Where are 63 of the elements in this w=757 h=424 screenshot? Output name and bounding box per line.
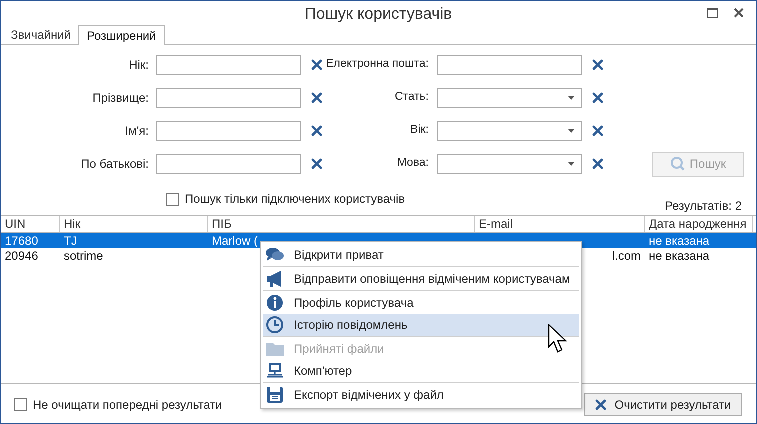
- field-label: Стать:: [394, 90, 429, 106]
- maximize-icon[interactable]: [707, 8, 718, 18]
- input-field[interactable]: [437, 55, 582, 75]
- field-label: По батькові:: [80, 156, 150, 173]
- menu-item[interactable]: Комп'ютер: [263, 360, 579, 382]
- table-cell-text: Marlow (: [212, 232, 258, 250]
- column-header[interactable]: Дата народження: [645, 216, 753, 232]
- clear-icon[interactable]: [592, 125, 604, 137]
- field-label: Ім'я:: [124, 123, 150, 140]
- dropdown-field[interactable]: [437, 88, 582, 108]
- menu-item[interactable]: Відправити оповіщення відміченим користувачам: [263, 268, 579, 290]
- column-header[interactable]: Нік: [60, 216, 208, 232]
- field-label: Вік:: [410, 123, 429, 138]
- folder-icon: [265, 340, 285, 358]
- clear-icon[interactable]: [592, 158, 604, 170]
- clear-icon[interactable]: [594, 398, 607, 410]
- dropdown-field[interactable]: [437, 154, 582, 174]
- caret-icon: [568, 96, 575, 100]
- menu-item[interactable]: Історію повідомлень: [263, 314, 579, 336]
- clear-icon[interactable]: [592, 92, 604, 104]
- field-label: Прізвище:: [92, 90, 150, 107]
- input-field[interactable]: [156, 121, 301, 141]
- input-field[interactable]: [156, 154, 301, 174]
- field-label: Мова:: [397, 156, 429, 172]
- window-title: Пошук користувачів: [304, 5, 452, 25]
- search-icon: [670, 156, 686, 172]
- clock-icon: [265, 316, 285, 334]
- menu-item[interactable]: Відкрити приват: [263, 244, 579, 266]
- computer-icon: [265, 362, 285, 380]
- clear-icon[interactable]: [592, 59, 604, 71]
- table-cell-text: 20946: [5, 248, 38, 264]
- caret-icon: [568, 129, 575, 133]
- table-cell-text: не вказана: [649, 248, 710, 264]
- caret-icon: [568, 162, 575, 166]
- column-header[interactable]: UIN: [1, 216, 60, 232]
- info-icon: [265, 294, 285, 312]
- table-cell-text: 17680: [5, 232, 38, 250]
- field-label: Нік:: [128, 57, 150, 74]
- column-header[interactable]: ПІБ: [208, 216, 475, 232]
- results-count: Результатів: 2: [665, 198, 742, 215]
- close-icon[interactable]: [734, 8, 744, 18]
- clear-results-button[interactable]: Очистити результати: [584, 393, 742, 416]
- input-field[interactable]: [156, 88, 301, 108]
- tab[interactable]: Розширений: [78, 25, 166, 45]
- speech-bubbles-icon: [265, 246, 285, 264]
- dropdown-field[interactable]: [437, 121, 582, 141]
- clear-icon[interactable]: [311, 158, 323, 170]
- mouse-pointer-icon: [548, 324, 568, 354]
- tab[interactable]: Звичайний: [4, 26, 78, 44]
- clear-icon[interactable]: [311, 59, 323, 71]
- field-label: Електронна пошта:: [326, 57, 429, 72]
- table-cell-text: не вказана: [649, 232, 710, 250]
- table-cell-text: TJ: [64, 232, 78, 250]
- menu-item[interactable]: Профіль користувача: [263, 292, 579, 314]
- input-field[interactable]: [156, 55, 301, 75]
- menu-item[interactable]: Експорт відмічених у файл: [263, 384, 579, 406]
- clear-icon[interactable]: [311, 125, 323, 137]
- checkbox[interactable]: Пошук тільки підключених користувачів: [166, 190, 406, 208]
- clear-icon[interactable]: [311, 92, 323, 104]
- table-cell-text: sotrime: [64, 248, 104, 264]
- column-header[interactable]: E-mail: [475, 216, 645, 232]
- table-cell-text: l.com: [612, 248, 641, 264]
- checkbox[interactable]: Не очищати попередні результати: [14, 396, 222, 414]
